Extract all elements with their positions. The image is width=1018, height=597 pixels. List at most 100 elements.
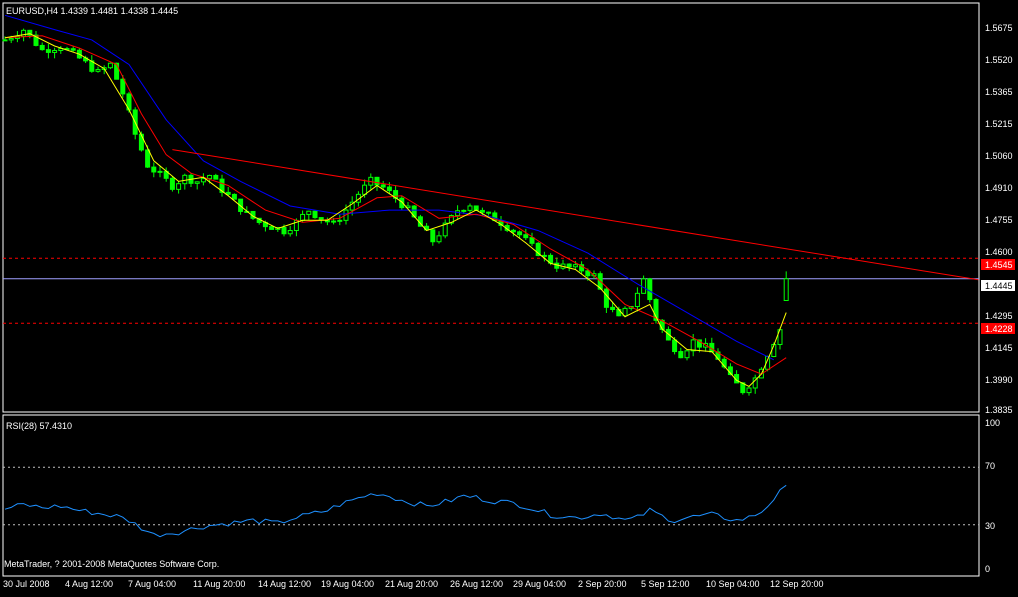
- candle-body: [107, 62, 113, 69]
- candle-body: [39, 44, 45, 51]
- candle-body: [52, 49, 58, 53]
- rsi-scale-label: 30: [985, 521, 995, 531]
- candle-body: [647, 278, 653, 301]
- candle-body: [374, 176, 380, 186]
- candle-body: [430, 229, 436, 243]
- candle-body: [281, 227, 287, 235]
- price-tick-label: 1.3990: [985, 375, 1013, 385]
- time-tick-label: 19 Aug 04:00: [321, 579, 374, 589]
- candle-body: [169, 177, 175, 190]
- candle-body: [455, 210, 461, 217]
- time-axis: 30 Jul 2008 4 Aug 12:00 7 Aug 04:00 11 A…: [3, 579, 824, 589]
- candle-body: [783, 278, 789, 301]
- price-tick-label: 1.4755: [985, 215, 1013, 225]
- candle-body: [641, 278, 647, 294]
- candle-body: [386, 186, 392, 192]
- candle-body: [306, 210, 312, 215]
- time-tick-label: 30 Jul 2008: [3, 579, 50, 589]
- trendline[interactable]: [172, 149, 979, 281]
- candle-body: [678, 351, 684, 359]
- candle-body: [138, 133, 144, 151]
- candle-body: [380, 184, 386, 188]
- candle-body: [21, 29, 27, 37]
- price-tick-label: 1.4600: [985, 247, 1013, 257]
- candle-body: [566, 263, 572, 268]
- candle-body: [2, 39, 8, 42]
- candle-body: [603, 288, 609, 308]
- candle-body: [45, 49, 51, 53]
- candle-body: [467, 205, 473, 211]
- candle-body: [151, 166, 157, 173]
- price-tick-label: 1.5060: [985, 151, 1013, 161]
- time-tick-label: 29 Aug 04:00: [513, 579, 566, 589]
- candle-body: [672, 339, 678, 353]
- price-tick-label: 1.5520: [985, 55, 1013, 65]
- candle-body: [461, 209, 467, 212]
- candle-body: [269, 226, 275, 230]
- candle-body: [479, 209, 485, 213]
- candle-body: [207, 174, 213, 180]
- candle-body: [486, 211, 492, 214]
- price-axis: 1.5675 1.5520 1.5365 1.5215 1.5060 1.491…: [985, 23, 1013, 415]
- candle-body: [312, 210, 318, 219]
- candle-body: [523, 234, 529, 239]
- candle-body: [120, 78, 126, 95]
- time-tick-label: 12 Sep 20:00: [770, 579, 824, 589]
- candle-body: [610, 306, 616, 310]
- price-panel-title: EURUSD,H4 1.4339 1.4481 1.4338 1.4445: [6, 6, 178, 16]
- candle-body: [287, 230, 293, 235]
- rsi-plot: [3, 466, 979, 538]
- candle-body: [213, 174, 219, 180]
- candle-body: [684, 350, 690, 359]
- candle-body: [510, 229, 516, 233]
- candle-body: [8, 38, 14, 41]
- candle-body: [176, 183, 182, 190]
- price-tick-label: 1.4145: [985, 343, 1013, 353]
- rsi-scale-label: 0: [985, 564, 990, 574]
- candle-body: [70, 48, 76, 51]
- price-panel-frame: [2, 2, 980, 413]
- price-tick-label: 1.4910: [985, 183, 1013, 193]
- candle-body: [331, 220, 337, 223]
- candle-body: [114, 62, 120, 80]
- candle-body: [194, 181, 200, 184]
- time-tick-label: 11 Aug 20:00: [193, 579, 245, 589]
- candle-body: [572, 264, 578, 268]
- candle-body: [746, 387, 752, 394]
- candle-body: [231, 193, 237, 200]
- rsi-scale-label: 100: [985, 418, 1000, 428]
- price-tick-label: 1.4295: [985, 311, 1013, 321]
- candle-body: [157, 170, 163, 173]
- candle-body: [585, 270, 591, 277]
- candle-body: [517, 231, 523, 236]
- candle-body: [541, 254, 547, 257]
- rsi-panel-frame: [2, 414, 980, 577]
- time-tick-label: 2 Sep 20:00: [578, 579, 627, 589]
- candle-body: [436, 235, 442, 243]
- candle-body: [362, 184, 368, 195]
- chart-canvas: 1.5675 1.5520 1.5365 1.5215 1.5060 1.491…: [2, 2, 1015, 589]
- price-tick-label: 1.3835: [985, 405, 1013, 415]
- price-plot: [2, 14, 979, 396]
- candle-body: [337, 219, 343, 222]
- candle-body: [300, 213, 306, 221]
- rsi-line: [4, 484, 787, 538]
- candle-body: [634, 292, 640, 307]
- time-tick-label: 21 Aug 20:00: [385, 579, 438, 589]
- level-badge-upper-label: 1.4545: [985, 260, 1013, 270]
- candle-body: [529, 237, 535, 244]
- candle-body: [200, 178, 206, 183]
- candle-body: [318, 217, 324, 221]
- candle-body: [95, 69, 101, 72]
- time-tick-label: 7 Aug 04:00: [128, 579, 176, 589]
- rsi-scale-label: 70: [985, 461, 995, 471]
- time-tick-label: 5 Sep 12:00: [641, 579, 690, 589]
- time-tick-label: 10 Sep 04:00: [706, 579, 760, 589]
- time-tick-label: 14 Aug 12:00: [258, 579, 311, 589]
- price-tick-label: 1.5675: [985, 23, 1013, 33]
- rsi-panel-title: RSI(28) 57.4310: [6, 421, 72, 431]
- price-tick-label: 1.5365: [985, 87, 1013, 97]
- price-tick-label: 1.5215: [985, 119, 1013, 129]
- candle-body: [182, 174, 188, 185]
- level-badge-lower-label: 1.4228: [985, 324, 1013, 334]
